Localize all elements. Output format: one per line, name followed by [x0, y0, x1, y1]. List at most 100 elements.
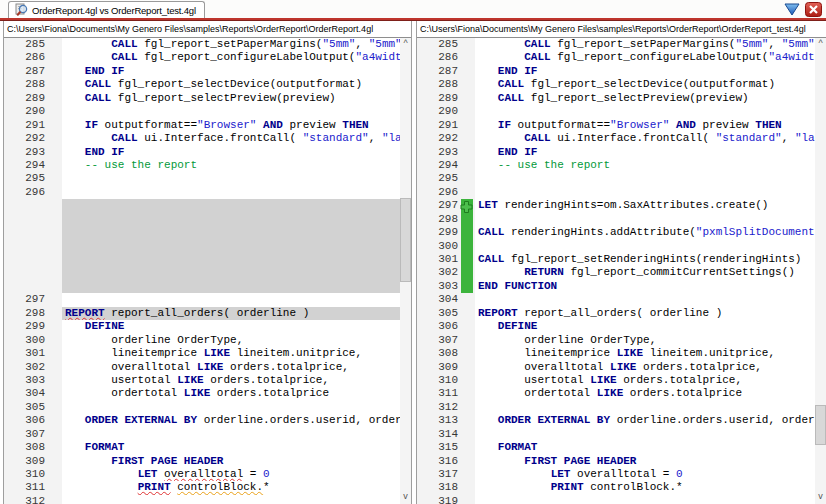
- right-vertical-scrollbar[interactable]: ^ v: [815, 38, 826, 504]
- line-number: 303: [4, 374, 48, 387]
- code-text: CALL ui.Interface.frontCall( "standard",…: [475, 132, 815, 145]
- glyph-margin: [461, 481, 475, 494]
- code-line: 314: [417, 428, 815, 441]
- code-line: 309 overalltotal LIKE orders.totalprice,: [417, 361, 815, 374]
- line-number: [4, 199, 48, 212]
- code-line: [4, 213, 400, 226]
- code-line: 296: [417, 186, 815, 199]
- glyph-margin: [461, 240, 475, 253]
- scrollbar-thumb[interactable]: [400, 198, 411, 282]
- glyph-margin: [48, 307, 62, 320]
- glyph-margin: [48, 334, 62, 347]
- collapse-triangle-button[interactable]: [784, 3, 800, 16]
- glyph-margin: [48, 280, 62, 293]
- scroll-down-arrow[interactable]: v: [400, 491, 411, 503]
- glyph-margin: [48, 441, 62, 454]
- tab-title: OrderReport.4gl vs OrderReport_test.4gl: [32, 5, 196, 16]
- line-number: 294: [4, 159, 48, 172]
- line-number: 303: [417, 280, 461, 293]
- code-text: CALL fgl_report_configureLabelOutput("a4…: [62, 51, 400, 64]
- code-line: 317 LET overalltotal = 0: [417, 468, 815, 481]
- code-line: 302 RETURN fgl_report_commitCurrentSetti…: [417, 266, 815, 279]
- scrollbar-thumb[interactable]: [815, 405, 826, 445]
- glyph-margin: [48, 374, 62, 387]
- code-line: 318 PRINT controlBlock.*: [417, 481, 815, 494]
- right-file-path: C:\Users\Fiona\Documents\My Genero Files…: [417, 21, 826, 38]
- code-line: 303 usertotal LIKE orders.totalprice,: [4, 374, 400, 387]
- code-text: CALL fgl_report_setRenderingHints(render…: [475, 253, 815, 266]
- glyph-margin: [48, 361, 62, 374]
- code-line: 286 CALL fgl_report_configureLabelOutput…: [417, 51, 815, 64]
- line-number: 305: [4, 401, 48, 414]
- code-text: IF outputformat=="Browser" AND preview T…: [475, 119, 815, 132]
- code-text: FIRST PAGE HEADER: [475, 455, 815, 468]
- glyph-margin: [461, 280, 475, 293]
- line-number: 304: [4, 387, 48, 400]
- left-file-path: C:\Users\Fiona\Documents\My Genero Files…: [4, 21, 411, 38]
- added-lines-bar: [461, 280, 473, 293]
- code-line: 291 IF outputformat=="Browser" AND previ…: [417, 119, 815, 132]
- code-text: CALL ui.Interface.frontCall( "standard",…: [62, 132, 400, 145]
- glyph-margin: [48, 495, 62, 504]
- scroll-up-arrow[interactable]: ^: [400, 38, 411, 50]
- added-lines-bar: [461, 253, 473, 266]
- line-number: 301: [417, 253, 461, 266]
- code-line: 302 overalltotal LIKE orders.totalprice,: [4, 361, 400, 374]
- close-button[interactable]: [805, 2, 822, 17]
- code-text: END IF: [475, 146, 815, 159]
- code-line: [4, 199, 400, 212]
- added-lines-bar: [461, 213, 473, 226]
- line-number: 298: [4, 307, 48, 320]
- code-text: CALL fgl_report_selectPreview(preview): [62, 92, 400, 105]
- line-number: 291: [417, 119, 461, 132]
- line-number: 294: [417, 159, 461, 172]
- code-line: 303END FUNCTION: [417, 280, 815, 293]
- line-number: 315: [417, 441, 461, 454]
- line-number: 300: [417, 240, 461, 253]
- code-line: 313 ORDER EXTERNAL BY orderline.orders.u…: [417, 414, 815, 427]
- code-line: 306 ORDER EXTERNAL BY orderline.orders.u…: [4, 414, 400, 427]
- line-number: 302: [4, 361, 48, 374]
- line-number: 299: [4, 320, 48, 333]
- code-text: [62, 428, 400, 441]
- code-text: FORMAT: [475, 441, 815, 454]
- left-vertical-scrollbar[interactable]: ^ v: [400, 38, 411, 504]
- glyph-margin: [461, 159, 475, 172]
- line-number: 313: [417, 414, 461, 427]
- removed-lines-placeholder: [62, 240, 400, 253]
- code-line: 301 CALL fgl_report_setRenderingHints(ren…: [417, 253, 815, 266]
- line-number: 292: [417, 132, 461, 145]
- line-number: 310: [4, 468, 48, 481]
- code-line: 304 ordertotal LIKE orders.totalprice: [4, 387, 400, 400]
- glyph-margin: [48, 38, 62, 51]
- glyph-margin: [461, 105, 475, 118]
- code-text: CALL fgl_report_setPaperMargins("5mm", "…: [62, 38, 400, 51]
- glyph-margin: [48, 347, 62, 360]
- code-line: 287 END IF: [4, 65, 400, 78]
- line-number: 305: [417, 307, 461, 320]
- code-line: 291 IF outputformat=="Browser" AND previ…: [4, 119, 400, 132]
- glyph-margin: [461, 455, 475, 468]
- glyph-margin: [48, 293, 62, 306]
- glyph-margin: [461, 65, 475, 78]
- line-number: [4, 253, 48, 266]
- line-number: 309: [4, 455, 48, 468]
- code-line: 315 FORMAT: [417, 441, 815, 454]
- glyph-margin: [48, 481, 62, 494]
- glyph-margin: [461, 361, 475, 374]
- code-line: 311 ordertotal LIKE orders.totalprice: [417, 387, 815, 400]
- diff-tab[interactable]: OrderReport.4gl vs OrderReport_test.4gl: [8, 1, 205, 18]
- scroll-up-arrow[interactable]: ^: [815, 38, 826, 50]
- line-number: 319: [417, 495, 461, 504]
- line-number: 311: [417, 387, 461, 400]
- code-text: [62, 186, 400, 199]
- line-number: 295: [417, 172, 461, 185]
- glyph-margin: [48, 172, 62, 185]
- scroll-down-arrow[interactable]: v: [815, 491, 826, 503]
- code-text: [475, 240, 815, 253]
- line-number: 311: [4, 481, 48, 494]
- line-number: 299: [417, 226, 461, 239]
- code-text: ORDER EXTERNAL BY orderline.orders.useri…: [62, 414, 400, 427]
- code-text: LET renderingHints=om.SaxAttributes.crea…: [475, 199, 815, 212]
- code-line: 297: [4, 293, 400, 306]
